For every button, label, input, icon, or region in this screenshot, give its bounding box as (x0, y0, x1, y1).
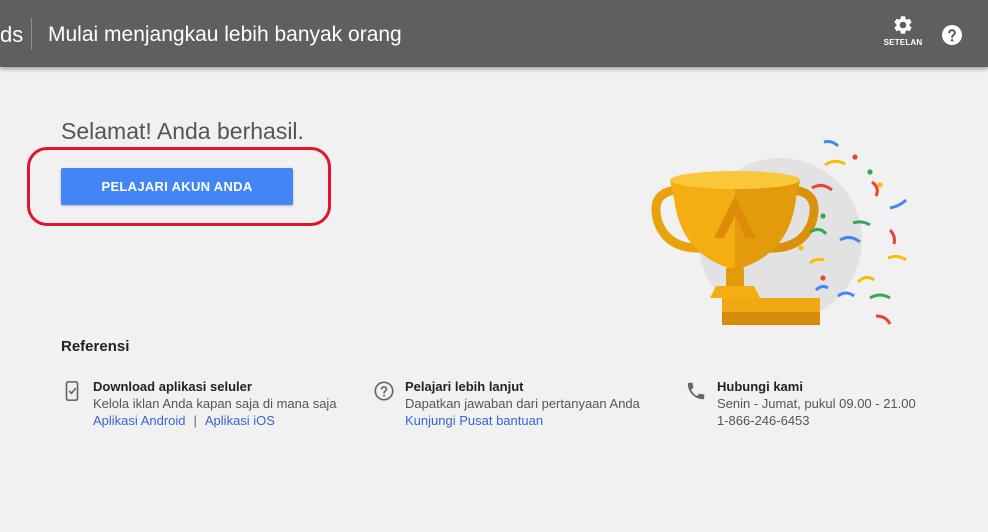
brand-name[interactable]: ds (0, 22, 23, 48)
confetti-piece (820, 213, 826, 219)
top-app-bar: ds Mulai menjangkau lebih banyak orang S… (0, 0, 988, 67)
reference-description: Senin - Jumat, pukul 09.00 - 21.00 (717, 396, 916, 411)
phone-icon (687, 382, 705, 400)
confetti-piece (820, 275, 826, 281)
trophy-stem (726, 268, 744, 286)
success-headline: Selamat! Anda berhasil. (61, 118, 304, 144)
confetti-piece (856, 275, 875, 284)
help-button[interactable] (940, 23, 964, 47)
reference-description: Kelola iklan Anda kapan saja di mana saj… (93, 396, 337, 411)
confetti-piece (824, 159, 846, 167)
confetti-piece (875, 314, 892, 325)
confetti-piece (887, 254, 907, 262)
link-separator: | (193, 413, 197, 428)
help-circle-icon (374, 381, 394, 401)
reference-title: Pelajari lebih lanjut (405, 379, 524, 394)
confetti-piece (823, 140, 840, 148)
confetti-piece (877, 182, 883, 188)
reference-text: Pelajari lebih lanjut Dapatkan jawaban d… (405, 378, 640, 429)
android-app-link[interactable]: Aplikasi Android (93, 413, 186, 428)
references-heading: Referensi (61, 338, 130, 355)
reference-title: Download aplikasi seluler (93, 379, 252, 394)
confetti-piece (888, 228, 896, 245)
confetti-piece (837, 291, 855, 298)
reference-title: Hubungi kami (717, 379, 803, 394)
confetti-piece (889, 198, 908, 210)
settings-button[interactable]: SETELAN (878, 14, 928, 58)
reference-description: Dapatkan jawaban dari pertanyaan Anda (405, 396, 640, 411)
reference-text: Download aplikasi seluler Kelola iklan A… (93, 378, 337, 429)
confetti-piece (852, 154, 858, 160)
trophy-neck (710, 286, 760, 298)
trophy-rim (670, 171, 800, 189)
ios-app-link[interactable]: Aplikasi iOS (205, 413, 275, 428)
help-center-link[interactable]: Kunjungi Pusat bantuan (405, 413, 543, 428)
learn-account-button[interactable]: PELAJARI AKUN ANDA (61, 168, 293, 205)
header-divider (31, 18, 32, 50)
trophy-base (722, 298, 820, 312)
reference-text: Hubungi kami Senin - Jumat, pukul 09.00 … (717, 378, 916, 429)
confetti-piece (869, 293, 891, 300)
contact-phone-number: 1-866-246-6453 (717, 413, 810, 428)
settings-label: SETELAN (883, 38, 923, 47)
gear-icon (894, 16, 912, 34)
confetti-piece (798, 245, 804, 251)
help-icon (942, 25, 962, 45)
mobile-phone-icon (65, 381, 79, 401)
trophy-illustration (651, 140, 908, 325)
trophy-base-bottom (722, 312, 820, 325)
confetti-piece (867, 169, 873, 175)
confetti-piece (871, 180, 879, 197)
page-title: Mulai menjangkau lebih banyak orang (48, 23, 402, 46)
